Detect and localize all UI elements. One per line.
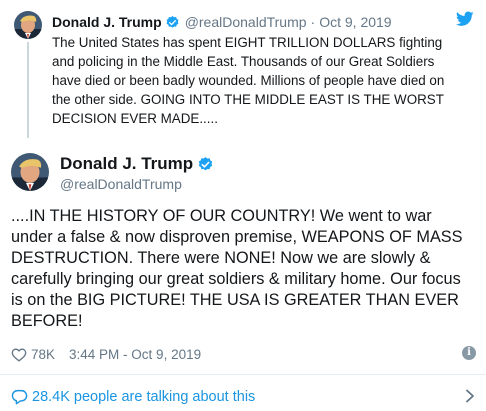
heart-icon[interactable] [11, 347, 27, 362]
verified-badge-icon [198, 156, 213, 170]
separator-dot: · [310, 14, 316, 30]
parent-avatar[interactable] [14, 11, 42, 39]
parent-text-line: have died or been badly wounded. Million… [52, 73, 445, 88]
twitter-bird-icon[interactable] [456, 11, 474, 27]
main-text-line: BEFORE! [11, 312, 83, 330]
parent-author-name[interactable]: Donald J. Trump [52, 14, 162, 30]
like-count[interactable]: 78K [31, 347, 55, 362]
main-text-line: is on the BIG PICTURE! THE USA IS GREATE… [11, 291, 459, 309]
parent-tweet-text: The United States has spent EIGHT TRILLI… [52, 33, 460, 128]
parent-tweet-header: Donald J. Trump @realDonaldTrump · Oct 9… [52, 12, 472, 32]
parent-text-line: The United States has spent EIGHT TRILLI… [52, 35, 443, 50]
tweet-meta-row: 78K 3:44 PM - Oct 9, 2019 i [11, 344, 476, 364]
info-icon[interactable]: i [462, 346, 476, 360]
comment-bubble-icon [11, 389, 28, 405]
main-tweet-text: ....IN THE HISTORY OF OUR COUNTRY! We we… [11, 206, 477, 332]
embedded-tweet-card: Donald J. Trump @realDonaldTrump · Oct 9… [0, 0, 486, 411]
tweet-timestamp[interactable]: 3:44 PM - Oct 9, 2019 [69, 347, 201, 362]
parent-text-line: DECISION EVER MADE..... [52, 111, 218, 126]
main-text-line: ....IN THE HISTORY OF OUR COUNTRY! We we… [11, 207, 432, 225]
parent-text-line: and policing in the Middle East. Thousan… [52, 54, 435, 69]
talking-about-text[interactable]: 28.4K people are talking about this [32, 389, 255, 405]
parent-text-line: the other side. GOING INTO THE MIDDLE EA… [52, 92, 444, 107]
main-author-name[interactable]: Donald J. Trump [60, 154, 193, 174]
main-text-line: under a false & now disproven premise, W… [11, 228, 463, 246]
main-author-row: Donald J. Trump [60, 153, 214, 175]
verified-badge-icon [166, 15, 179, 28]
main-text-line: carefully bringing our great soldiers & … [11, 270, 461, 288]
main-avatar[interactable] [11, 153, 49, 191]
thread-connector-line [27, 42, 29, 138]
chevron-right-icon[interactable] [465, 389, 475, 403]
parent-date[interactable]: Oct 9, 2019 [319, 14, 391, 30]
footer-divider [0, 374, 486, 375]
main-handle[interactable]: @realDonaldTrump [60, 176, 182, 192]
main-text-line: DESTRUCTION. There were NONE! Now we are… [11, 249, 431, 267]
parent-handle[interactable]: @realDonaldTrump [185, 14, 307, 30]
talking-about-link[interactable]: 28.4K people are talking about this [11, 386, 479, 408]
